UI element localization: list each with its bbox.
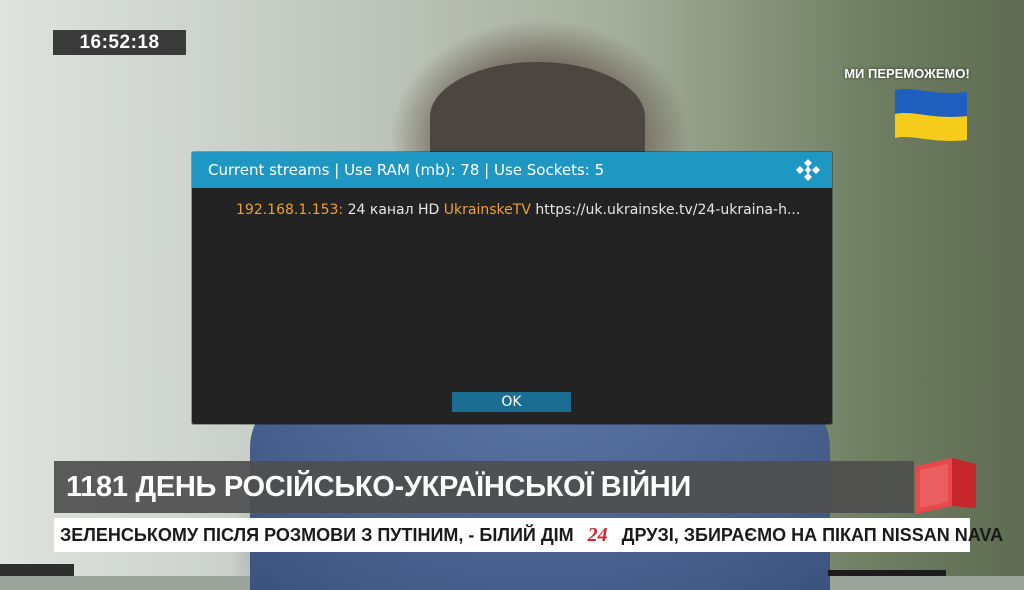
ukraine-flag-icon — [895, 89, 967, 141]
slogan-text: МИ ПЕРЕМОЖЕМО! — [844, 66, 970, 81]
ticker-left-text: ЗЕЛЕНСЬКОМУ ПІСЛЯ РОЗМОВИ З ПУТІНИМ, - Б… — [60, 524, 574, 545]
stream-ip: 192.168.1.153: — [236, 202, 348, 218]
ok-button[interactable]: OK — [452, 392, 571, 412]
ticker-right-text: ДРУЗІ, ЗБИРАЄМО НА ПІКАП NISSAN NAVA — [621, 524, 1004, 545]
streams-dialog: Current streams | Use RAM (mb): 78 | Use… — [192, 152, 832, 424]
bottom-left-strip — [0, 564, 74, 576]
stream-url: https://uk.ukrainske.tv/24-ukraina-h... — [535, 202, 801, 218]
dialog-header: Current streams | Use RAM (mb): 78 | Use… — [192, 152, 832, 188]
stream-source: UkrainskeTV — [443, 202, 536, 218]
dialog-title: Current streams | Use RAM (mb): 78 | Use… — [208, 161, 605, 179]
headline-text: 1181 ДЕНЬ РОСІЙСЬКО-УКРАЇНСЬКОЇ ВІЙНИ — [66, 471, 691, 503]
stream-list-item[interactable]: 192.168.1.153: 24 канал HD UkrainskeTV h… — [236, 202, 816, 218]
headline-bar: 1181 ДЕНЬ РОСІЙСЬКО-УКРАЇНСЬКОЇ ВІЙНИ — [54, 461, 914, 513]
news-ticker: ЗЕЛЕНСЬКОМУ ПІСЛЯ РОЗМОВИ З ПУТІНИМ, - Б… — [54, 518, 1003, 552]
channel-cube-logo-icon — [916, 458, 976, 514]
channel-24-badge: 24 — [587, 523, 608, 546]
bottom-right-strip — [828, 570, 946, 576]
stream-channel-name: 24 канал HD — [347, 202, 444, 218]
clock: 16:52:18 — [53, 30, 186, 55]
kodi-logo-icon — [796, 159, 820, 181]
